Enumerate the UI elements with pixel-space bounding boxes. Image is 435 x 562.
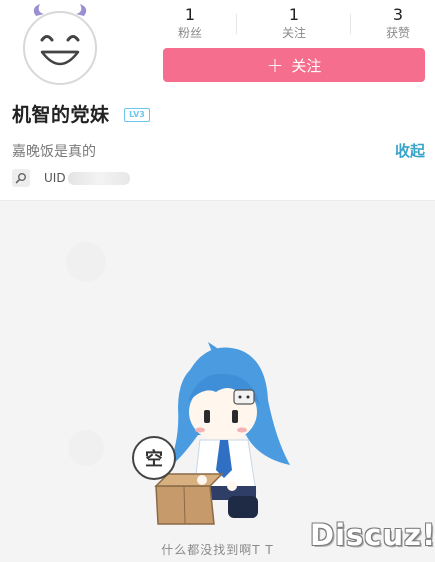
uid-row: UID bbox=[12, 169, 130, 187]
uid-label: UID bbox=[44, 171, 66, 185]
background-ghost bbox=[66, 242, 106, 282]
search-icon bbox=[12, 169, 30, 187]
stats-row: 1 粉丝 1 关注 3 获赞 bbox=[160, 6, 428, 42]
speech-bubble: 空 bbox=[132, 436, 176, 480]
stat-fans-count: 1 bbox=[184, 5, 196, 24]
uid-value-blurred bbox=[67, 171, 130, 185]
level-badge: LV3 bbox=[124, 108, 150, 122]
follow-button[interactable]: + 关注 bbox=[163, 48, 425, 82]
stat-fans[interactable]: 1 粉丝 bbox=[160, 6, 220, 42]
user-bio: 嘉晚饭是真的 bbox=[12, 144, 96, 160]
empty-illustration: 空 bbox=[128, 340, 308, 530]
stat-likes[interactable]: 3 获赞 bbox=[368, 6, 428, 42]
stat-following[interactable]: 1 关注 bbox=[264, 6, 324, 42]
stat-following-label: 关注 bbox=[281, 26, 306, 40]
stat-fans-label: 粉丝 bbox=[177, 26, 202, 40]
stat-likes-label: 获赞 bbox=[385, 26, 410, 40]
stat-following-count: 1 bbox=[288, 5, 300, 24]
watermark-logo: Discuz! bbox=[310, 518, 435, 552]
username: 机智的党妹 bbox=[12, 104, 110, 126]
plus-icon: + bbox=[266, 53, 284, 77]
avatar[interactable] bbox=[14, 4, 106, 88]
stat-divider bbox=[236, 14, 237, 34]
follow-button-label: 关注 bbox=[291, 56, 322, 75]
profile-header: 1 粉丝 1 关注 3 获赞 + 关注 机智的党妹 LV3 嘉晚饭是真的 收起 … bbox=[0, 0, 435, 201]
stat-likes-count: 3 bbox=[392, 5, 404, 24]
collapse-button[interactable]: 收起 bbox=[395, 140, 425, 161]
stat-divider bbox=[350, 14, 351, 34]
background-ghost bbox=[68, 430, 104, 466]
